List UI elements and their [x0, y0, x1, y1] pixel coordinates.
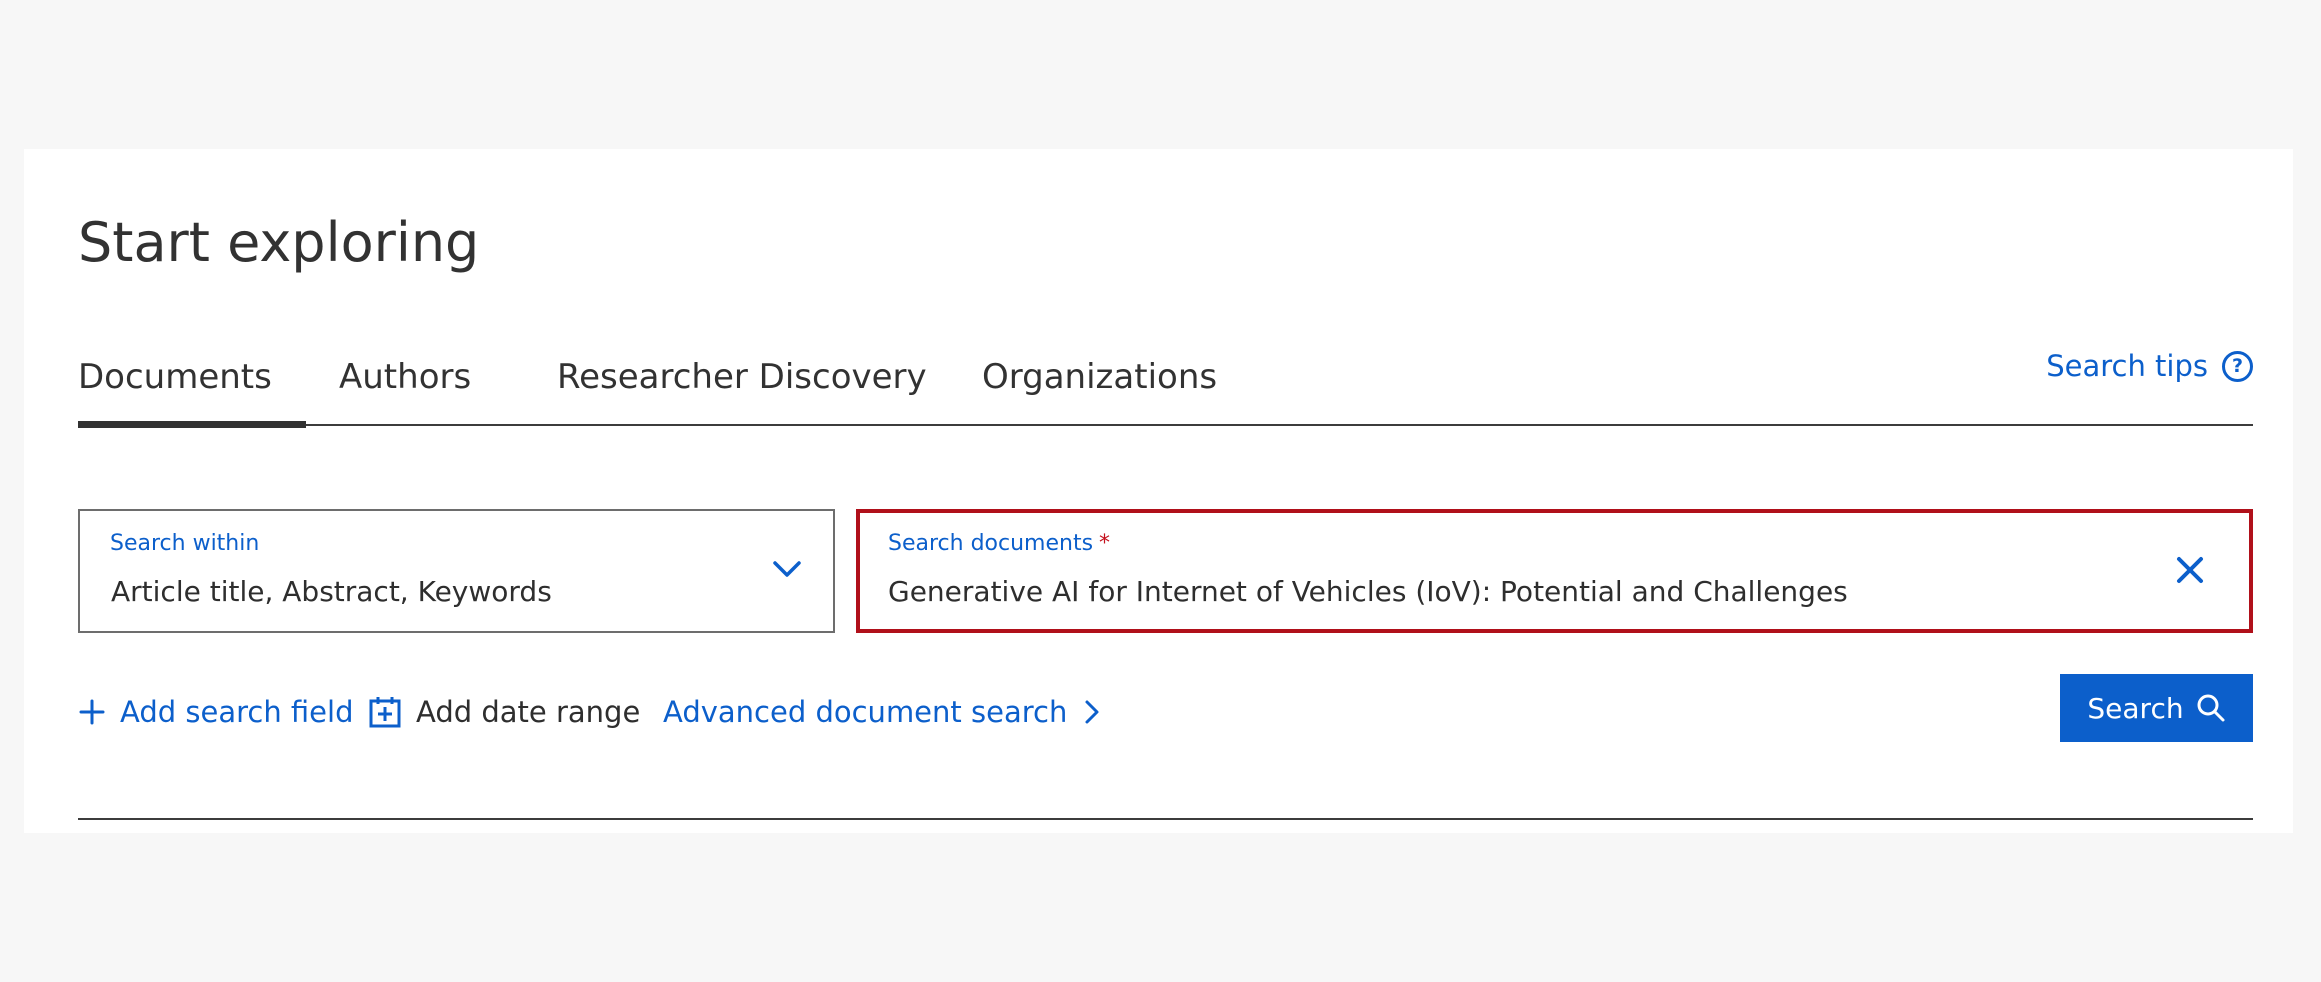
search-tips-link[interactable]: Search tips ? — [2046, 349, 2253, 383]
plus-icon — [79, 699, 105, 725]
advanced-document-search-link[interactable]: Advanced document search — [663, 684, 1101, 740]
required-mark: * — [1099, 531, 1111, 556]
search-actions-bar: Add search field Add date range Advanced… — [78, 674, 2253, 742]
search-panel: Start exploring Documents Authors Resear… — [24, 149, 2293, 833]
tab-authors[interactable]: Authors — [339, 355, 471, 399]
close-icon[interactable] — [2171, 551, 2209, 589]
search-type-tabs: Documents Authors Researcher Discovery O… — [78, 349, 2253, 429]
chevron-right-icon — [1085, 700, 1099, 724]
add-date-range-button[interactable]: Add date range — [368, 684, 640, 740]
search-documents-label: Search documents * — [888, 531, 1110, 556]
search-button[interactable]: Search — [2060, 674, 2253, 742]
search-button-label: Search — [2087, 691, 2184, 725]
chevron-down-icon[interactable] — [771, 557, 803, 581]
divider — [78, 818, 2253, 820]
calendar-plus-icon — [369, 697, 401, 728]
search-documents-field[interactable]: Search documents * Generative AI for Inte… — [856, 509, 2253, 633]
search-documents-label-text: Search documents — [888, 531, 1094, 556]
add-search-field-label: Add search field — [120, 695, 354, 729]
search-tips-label: Search tips — [2046, 349, 2208, 383]
tab-documents[interactable]: Documents — [78, 355, 306, 429]
search-icon — [2197, 694, 2225, 722]
search-within-label: Search within — [110, 531, 260, 556]
advanced-document-search-label: Advanced document search — [663, 695, 1068, 729]
tab-researcher-discovery[interactable]: Researcher Discovery — [557, 355, 927, 399]
add-date-range-label: Add date range — [416, 695, 641, 729]
tab-organizations[interactable]: Organizations — [982, 355, 1217, 399]
help-circle-icon: ? — [2222, 350, 2253, 382]
add-search-field-button[interactable]: Add search field — [78, 684, 354, 740]
page-title: Start exploring — [78, 211, 480, 274]
search-within-value: Article title, Abstract, Keywords — [111, 575, 552, 608]
search-documents-input[interactable]: Generative AI for Internet of Vehicles (… — [888, 575, 1848, 608]
search-within-select[interactable]: Search within Article title, Abstract, K… — [78, 509, 835, 633]
